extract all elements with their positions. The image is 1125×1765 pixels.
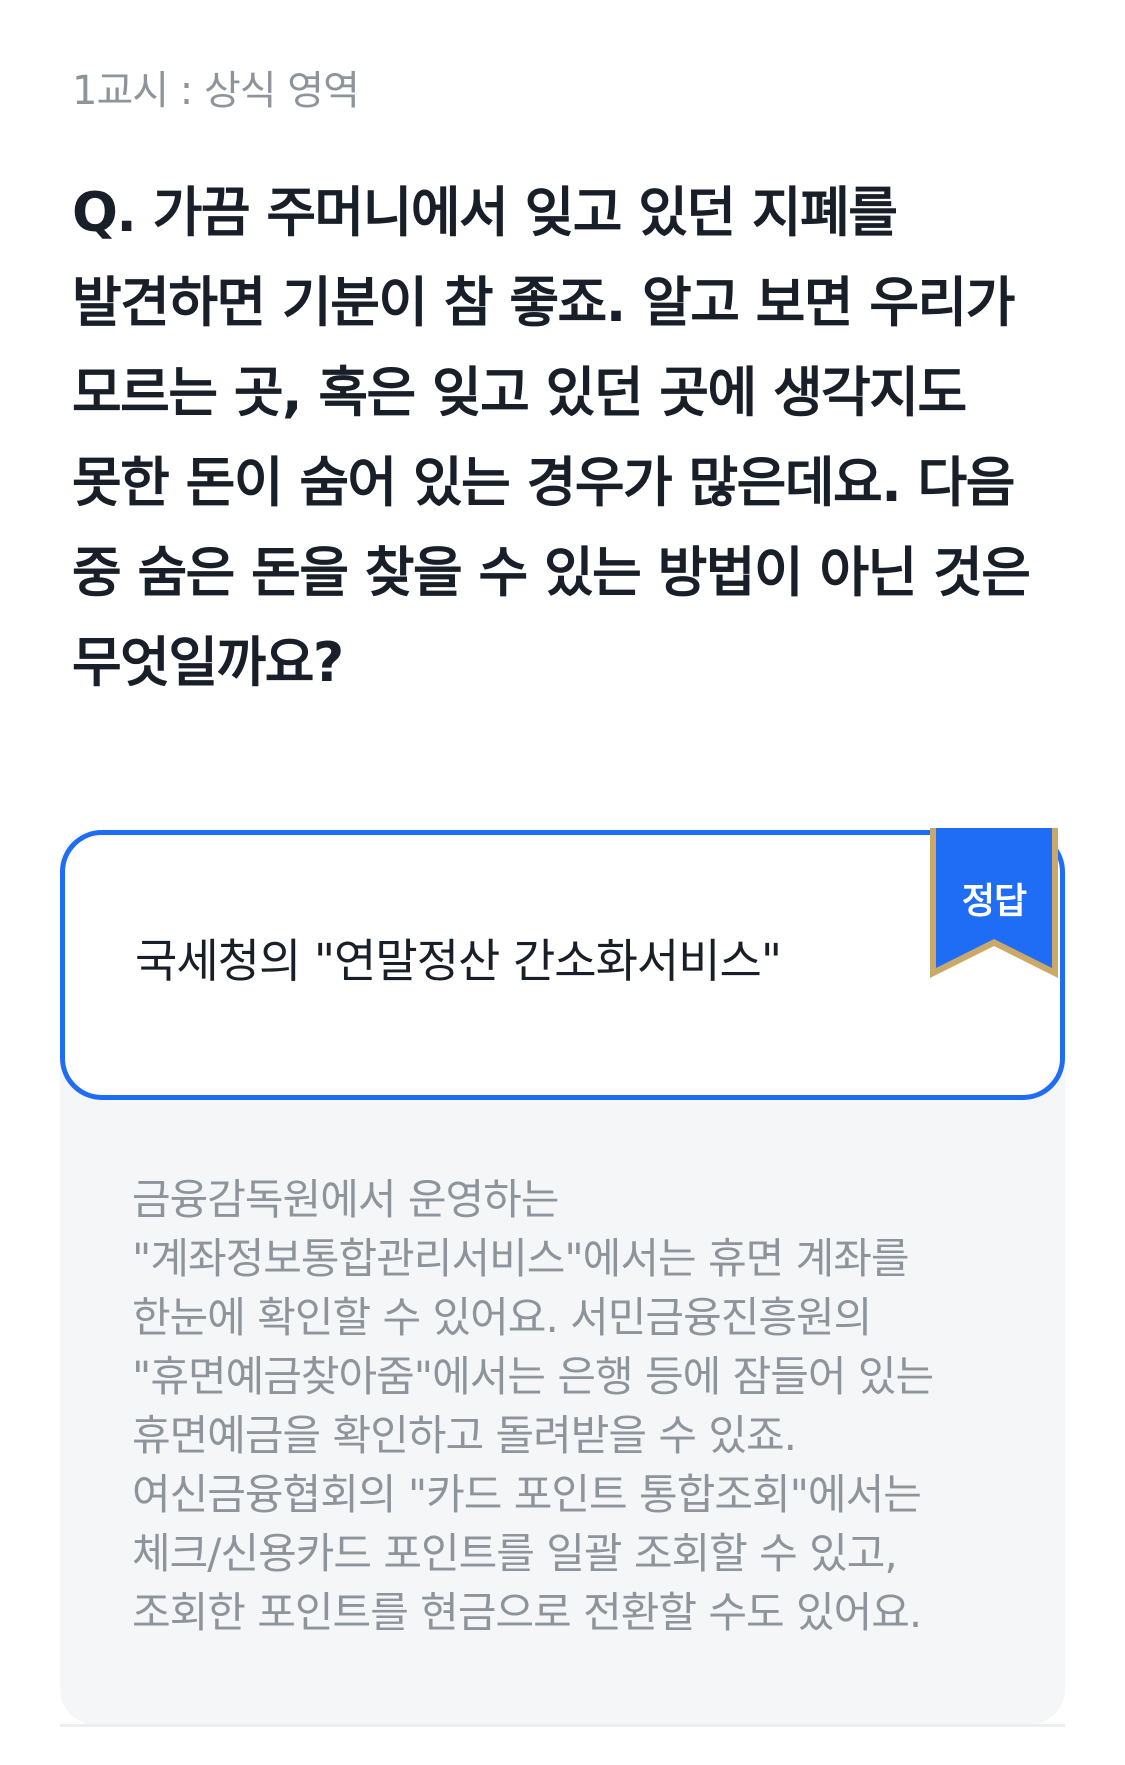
divider bbox=[60, 1724, 1065, 1727]
question-text: Q. 가끔 주머니에서 잊고 있던 지폐를 발견하면 기분이 참 좋죠. 알고 … bbox=[72, 181, 1031, 694]
category-label: 1교시 : 상식 영역 bbox=[72, 68, 360, 114]
answer-badge: 정답 bbox=[961, 881, 1027, 922]
answer-card[interactable]: 국세청의 "연말정산 간소화서비스" bbox=[60, 830, 1065, 1100]
explanation-text: 금융감독원에서 운영하는 "계좌정보통합관리서비스"에서는 휴면 계좌를 한눈에… bbox=[132, 1175, 934, 1637]
answer-text: 국세청의 "연말정산 간소화서비스" bbox=[135, 934, 782, 988]
